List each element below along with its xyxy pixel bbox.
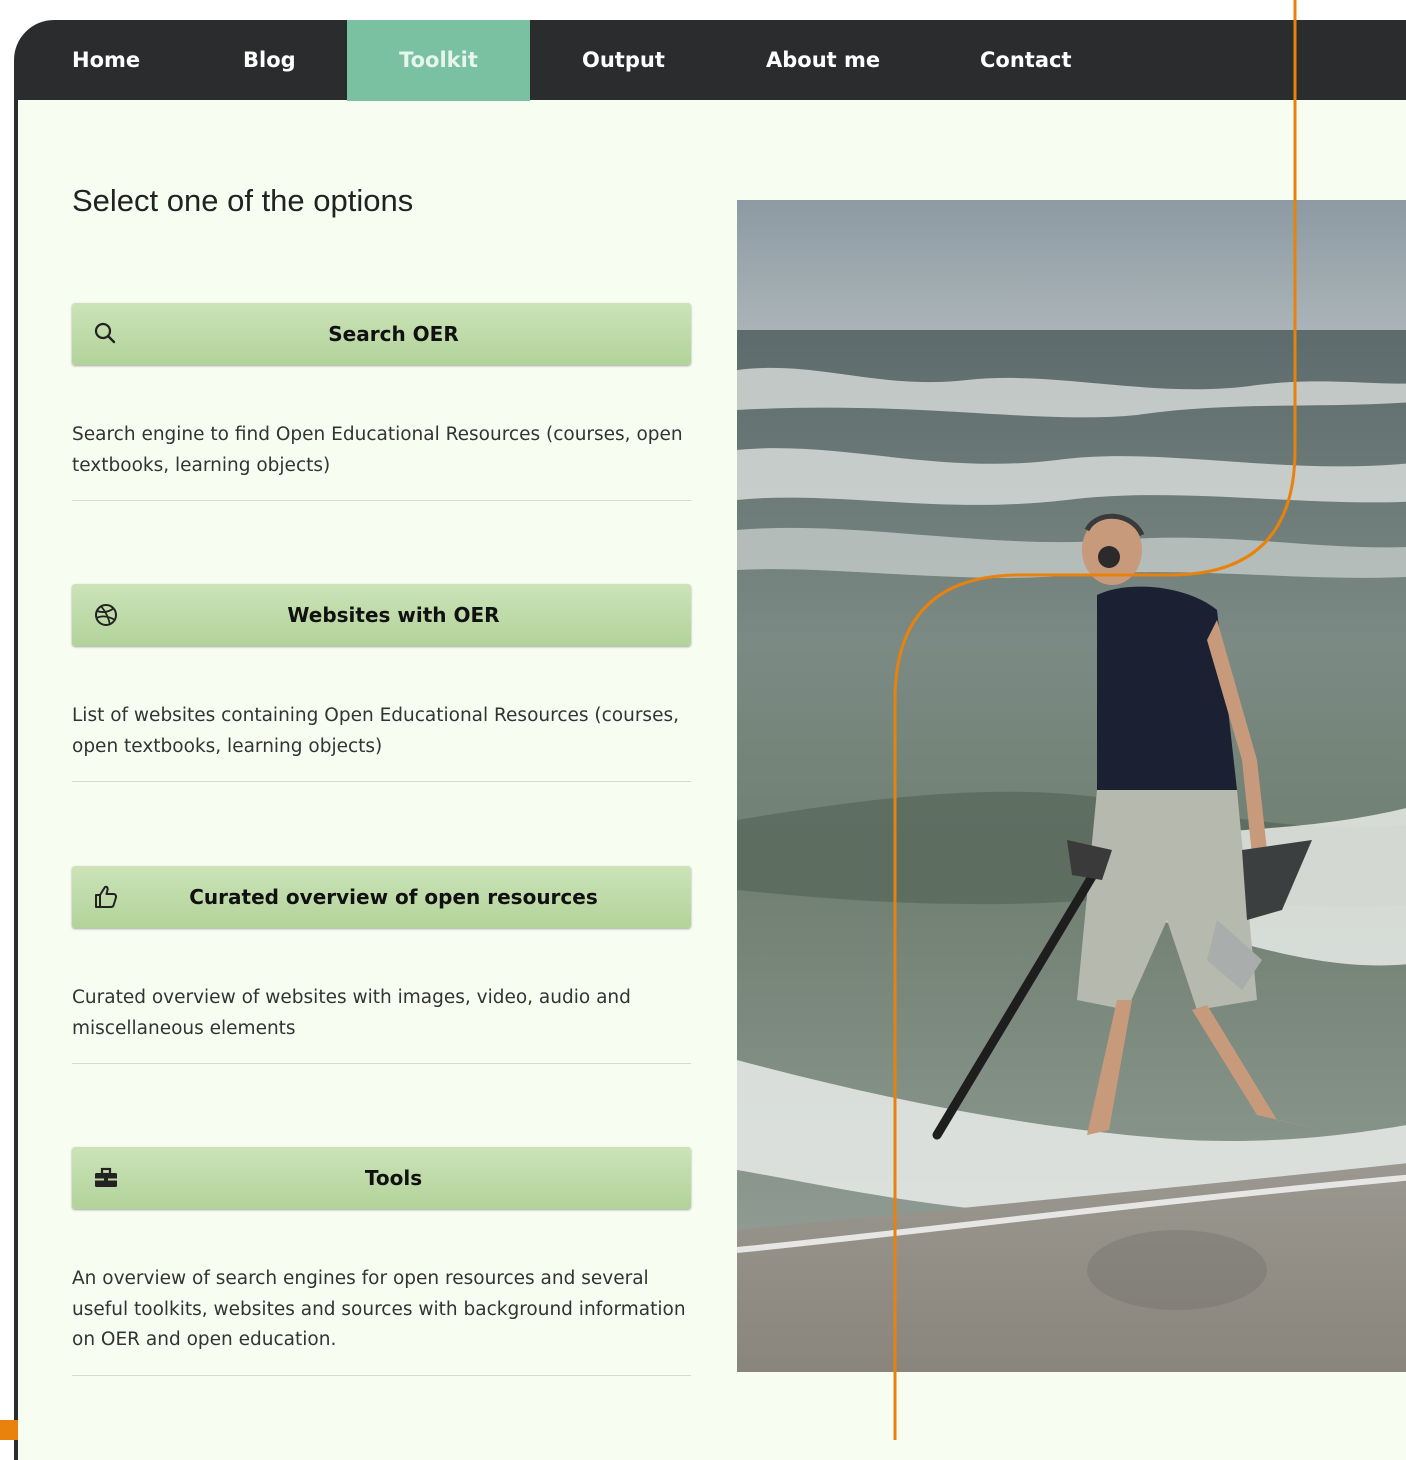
curated-overview-label: Curated overview of open resources [189,885,598,909]
nav-item-toolkit[interactable]: Toolkit [347,20,530,101]
search-oer-description: Search engine to find Open Educational R… [72,424,683,476]
main-nav: Home Blog Toolkit Output About me Contac… [14,20,1406,101]
beach-metal-detector-photo [737,200,1406,1372]
nav-item-blog[interactable]: Blog [243,20,296,101]
websites-with-oer-button[interactable]: Websites with OER [72,584,691,646]
divider [72,1063,691,1064]
nav-item-output[interactable]: Output [582,20,665,101]
nav-item-home[interactable]: Home [72,20,140,101]
tools-description: An overview of search engines for open r… [72,1268,686,1350]
divider [72,781,691,782]
divider [72,1375,691,1376]
tools-button[interactable]: Tools [72,1147,691,1209]
divider [72,500,691,501]
curated-overview-description: Curated overview of websites with images… [72,987,631,1039]
curated-overview-button[interactable]: Curated overview of open resources [72,866,691,928]
nav-item-about-me[interactable]: About me [766,20,880,101]
search-oer-button[interactable]: Search OER [72,303,691,365]
page-title: Select one of the options [72,183,414,218]
nav-item-contact[interactable]: Contact [980,20,1072,101]
search-oer-label: Search OER [328,322,459,346]
orange-accent [0,1420,18,1440]
tools-label: Tools [364,1166,423,1190]
websites-with-oer-label: Websites with OER [287,603,500,627]
websites-with-oer-description: List of websites containing Open Educati… [72,705,679,757]
